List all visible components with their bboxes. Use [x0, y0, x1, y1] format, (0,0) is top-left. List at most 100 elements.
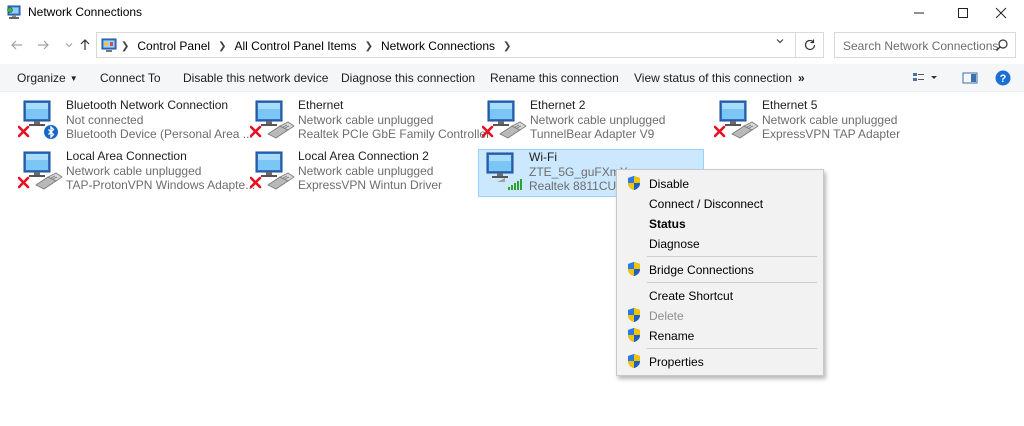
uac-shield-icon: [627, 261, 641, 277]
breadcrumb-chevron-icon[interactable]: ❯: [121, 41, 129, 52]
menu-label: Connect / Disconnect: [649, 197, 764, 211]
menu-item-connect-disconnect[interactable]: Connect / Disconnect: [619, 193, 821, 213]
rename-button[interactable]: Rename this connection: [490, 71, 619, 85]
breadcrumb-chevron-icon[interactable]: ❯: [503, 41, 511, 52]
connection-status: Network cable unplugged: [298, 164, 434, 178]
search-input[interactable]: Search Network Connections: [843, 39, 998, 53]
ethernet-network-icon: [482, 100, 527, 139]
menu-item-diagnose[interactable]: Diagnose: [619, 233, 821, 253]
svg-text:?: ?: [1000, 73, 1007, 85]
connection-device: Realtek PCIe GbE Family Controller: [298, 127, 491, 141]
connection-device: ExpressVPN Wintun Driver: [298, 178, 443, 192]
connection-item[interactable]: Local Area Connection 2 Network cable unp…: [248, 149, 476, 195]
change-view-icon[interactable]: [912, 71, 938, 85]
menu-label: Properties: [649, 355, 704, 369]
connection-name: Ethernet 2: [530, 98, 586, 112]
diagnose-button[interactable]: Diagnose this connection: [341, 71, 475, 85]
menu-item-status[interactable]: Status: [619, 213, 821, 233]
menu-label: Disable: [649, 177, 690, 191]
connection-item[interactable]: Ethernet 5 Network cable unplugged Express…: [712, 98, 940, 144]
menu-label: Delete: [649, 309, 684, 323]
bluetooth-network-icon: [18, 100, 58, 139]
uac-shield-icon: [627, 353, 641, 369]
connection-name: Wi-Fi: [529, 150, 557, 164]
connection-item[interactable]: Ethernet 2 Network cable unplugged TunnelB…: [480, 98, 708, 144]
view-status-button[interactable]: View status of this connection: [634, 71, 792, 85]
connection-device: TAP-ProtonVPN Windows Adapte...: [66, 178, 256, 192]
context-menu: Disable Connect / Disconnect Status Diag…: [616, 169, 824, 376]
breadcrumb-chevron-icon[interactable]: ❯: [365, 41, 373, 52]
connect-to-button[interactable]: Connect To: [100, 71, 161, 85]
help-icon[interactable]: ?: [995, 70, 1011, 86]
organize-button[interactable]: Organize ▼: [17, 71, 78, 85]
breadcrumb-network-connections[interactable]: Network Connections: [381, 39, 495, 53]
chevron-down-icon: [776, 39, 784, 44]
connection-status: Network cable unplugged: [530, 113, 666, 127]
command-bar: Organize ▼ Connect To Disable this networ…: [0, 64, 1024, 92]
address-dropdown-button[interactable]: [770, 36, 790, 54]
maximize-icon: [958, 8, 968, 18]
ethernet-network-icon: [250, 100, 295, 139]
minimize-button[interactable]: [896, 0, 942, 26]
address-bar[interactable]: ❯ Control Panel ❯ All Control Panel Item…: [96, 32, 796, 58]
menu-item-bridge-connections[interactable]: Bridge Connections: [619, 259, 821, 279]
connection-item[interactable]: Ethernet Network cable unplugged Realtek P…: [248, 98, 490, 144]
connection-item[interactable]: Local Area Connection Network cable unplu…: [16, 149, 255, 195]
more-commands-button[interactable]: »: [798, 71, 805, 85]
organize-label: Organize: [17, 71, 66, 85]
connection-status: Network cable unplugged: [298, 113, 434, 127]
wifi-network-icon: [486, 152, 522, 190]
menu-item-disable[interactable]: Disable: [619, 173, 821, 193]
menu-label: Rename: [649, 329, 695, 343]
control-panel-icon: [101, 38, 117, 52]
ethernet-network-icon: [250, 151, 295, 190]
title-bar: Network Connections: [0, 0, 1024, 26]
minimize-icon: [914, 12, 924, 14]
forward-button[interactable]: [34, 36, 52, 54]
connection-device: Bluetooth Device (Personal Area ...: [66, 127, 253, 141]
connection-name: Local Area Connection 2: [298, 149, 429, 163]
up-button[interactable]: [76, 36, 94, 54]
chevron-down-icon: [65, 43, 73, 48]
menu-item-rename[interactable]: Rename: [619, 325, 821, 345]
connection-name: Ethernet: [298, 98, 344, 112]
network-connections-icon: [7, 5, 21, 19]
uac-shield-icon: [627, 327, 641, 343]
search-icon: [996, 39, 1008, 51]
menu-separator: [647, 348, 817, 349]
menu-item-create-shortcut[interactable]: Create Shortcut: [619, 285, 821, 305]
preview-pane-icon[interactable]: [962, 71, 978, 85]
uac-shield-icon: [627, 307, 641, 323]
menu-label: Create Shortcut: [649, 289, 734, 303]
breadcrumb-chevron-icon[interactable]: ❯: [218, 41, 226, 52]
uac-shield-icon: [627, 175, 641, 191]
connection-item[interactable]: Bluetooth Network Connection Not connecte…: [16, 98, 253, 144]
close-icon: [995, 7, 1007, 19]
search-box[interactable]: Search Network Connections: [834, 32, 1016, 58]
breadcrumb: ❯ Control Panel ❯ All Control Panel Item…: [121, 39, 519, 53]
connection-status: Network cable unplugged: [66, 164, 202, 178]
refresh-button[interactable]: [796, 32, 824, 58]
menu-item-properties[interactable]: Properties: [619, 351, 821, 371]
connection-status: Not connected: [66, 113, 144, 127]
menu-label: Status: [649, 217, 686, 231]
arrow-left-icon: [11, 40, 22, 50]
refresh-icon: [804, 39, 815, 51]
breadcrumb-control-panel[interactable]: Control Panel: [137, 39, 210, 53]
window-title: Network Connections: [28, 5, 143, 19]
connection-name: Local Area Connection: [66, 149, 187, 163]
menu-separator: [647, 282, 817, 283]
menu-item-delete[interactable]: Delete: [619, 305, 821, 325]
back-button[interactable]: [8, 36, 26, 54]
close-button[interactable]: [978, 0, 1024, 26]
menu-label: Diagnose: [649, 237, 700, 251]
connection-device: ExpressVPN TAP Adapter: [762, 127, 901, 141]
disable-device-button[interactable]: Disable this network device: [183, 71, 328, 85]
connection-status: ZTE_5G_guFXmX: [529, 165, 628, 179]
menu-separator: [647, 256, 817, 257]
ethernet-network-icon: [18, 151, 63, 190]
breadcrumb-all-items[interactable]: All Control Panel Items: [235, 39, 357, 53]
connection-device: TunnelBear Adapter V9: [530, 127, 655, 141]
arrow-up-icon: [80, 39, 90, 50]
menu-label: Bridge Connections: [649, 263, 754, 277]
